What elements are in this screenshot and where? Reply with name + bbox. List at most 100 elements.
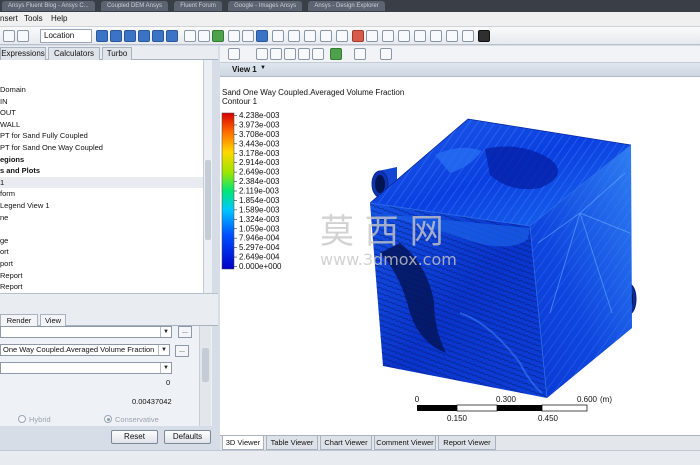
figure-icon[interactable] [446, 30, 458, 42]
text-icon[interactable] [228, 30, 240, 42]
conservative-radio[interactable] [104, 415, 112, 423]
isosurface-icon[interactable] [152, 30, 164, 42]
tab-table-viewer[interactable]: Table Viewer [266, 436, 318, 450]
chart-icon[interactable] [414, 30, 426, 42]
tree-item[interactable]: PT for Sand One Way Coupled [0, 142, 103, 153]
max-value[interactable]: 0.00437042 [132, 397, 172, 406]
tab-chart-viewer[interactable]: Chart Viewer [320, 436, 372, 450]
polyline-icon[interactable] [184, 30, 196, 42]
clip-plane-icon[interactable] [288, 30, 300, 42]
orthographic-icon[interactable] [330, 48, 342, 60]
tree-item[interactable]: Legend View 1 [0, 200, 50, 211]
domains-dropdown[interactable]: ▼ [0, 326, 172, 338]
tree-item[interactable]: port [0, 258, 13, 269]
tree-item[interactable]: Report [0, 281, 23, 292]
tree-item[interactable]: s and Plots [0, 165, 40, 176]
report-icon[interactable] [462, 30, 474, 42]
table-icon[interactable] [398, 30, 410, 42]
conservative-label: Conservative [115, 415, 159, 424]
panel-splitter[interactable] [0, 293, 218, 313]
menu-insert[interactable]: nsert [0, 14, 18, 23]
radio-selected-dot [107, 418, 110, 421]
comment-icon[interactable] [430, 30, 442, 42]
streamline-icon[interactable] [110, 30, 122, 42]
location-dropdown[interactable]: Location [40, 29, 92, 43]
defaults-button[interactable]: Defaults [164, 430, 211, 444]
redo-icon[interactable] [17, 30, 29, 42]
hybrid-radio[interactable] [18, 415, 26, 423]
hybrid-label: Hybrid [29, 415, 51, 424]
zoom-icon[interactable] [284, 48, 296, 60]
menu-tools[interactable]: Tools [24, 14, 43, 23]
domains-browse-button[interactable]: ... [178, 326, 192, 338]
tree-item[interactable]: OUT [0, 107, 16, 118]
viewer-tab-strip: 3D Viewer Table Viewer Chart Viewer Comm… [220, 435, 700, 450]
vector-icon[interactable] [96, 30, 108, 42]
tree-item[interactable]: egions [0, 154, 24, 165]
legend-label: 3.973e-003 [239, 120, 280, 129]
expression-icon[interactable] [336, 30, 348, 42]
tree-item[interactable]: Domain [0, 84, 26, 95]
macro-icon[interactable] [366, 30, 378, 42]
tab-calculators[interactable]: Calculators [48, 47, 100, 60]
details-scroll-thumb[interactable] [202, 348, 209, 382]
tree-item[interactable]: ort [0, 246, 9, 257]
browser-tab[interactable]: Ansys - Design Explorer [308, 1, 385, 11]
tab-view[interactable]: View [40, 314, 66, 326]
color-map-icon[interactable] [304, 30, 316, 42]
surface-group-icon[interactable] [198, 30, 210, 42]
tree-item[interactable]: IN [0, 96, 8, 107]
command-editor-icon[interactable] [478, 30, 490, 42]
rotate-icon[interactable] [256, 48, 268, 60]
outline-tab-strip: Expressions Calculators Turbo [0, 46, 218, 60]
tree-item[interactable]: 1 [0, 176, 204, 188]
tree-scrollbar[interactable] [203, 60, 212, 293]
variable-dropdown[interactable]: One Way Coupled.Averaged Volume Fraction… [0, 344, 170, 356]
tab-expressions[interactable]: Expressions [0, 47, 46, 60]
select-icon[interactable] [228, 48, 240, 60]
browser-tab[interactable]: Google - Images Ansys [228, 1, 303, 11]
contour-icon[interactable] [166, 30, 178, 42]
tab-comment-viewer[interactable]: Comment Viewer [374, 436, 436, 450]
coordinate-frame-icon[interactable] [242, 30, 254, 42]
range-dropdown[interactable]: ▼ [0, 362, 172, 374]
tab-render[interactable]: Render [0, 314, 38, 326]
tab-turbo[interactable]: Turbo [102, 47, 132, 60]
tree-item[interactable]: WALL [0, 119, 20, 130]
details-scrollbar[interactable] [199, 326, 211, 426]
instance-transform-icon[interactable] [272, 30, 284, 42]
menu-help[interactable]: Help [51, 14, 67, 23]
turbo-surface-icon[interactable] [212, 30, 224, 42]
reset-button[interactable]: Reset [111, 430, 158, 444]
viewer-3d[interactable]: View 1 ▼ Sand One Way Coupled.Averaged V… [220, 63, 700, 435]
legend-label: 1.854e-003 [239, 196, 280, 205]
zoom-fit-icon[interactable] [312, 48, 324, 60]
zoom-box-icon[interactable] [298, 48, 310, 60]
min-value[interactable]: 0 [166, 378, 170, 387]
tree-item[interactable]: form [0, 188, 15, 199]
legend-icon[interactable] [256, 30, 268, 42]
outline-tree: Domain IN OUT WALL PT for Sand Fully Coupled… [0, 60, 211, 293]
clock-icon[interactable] [382, 30, 394, 42]
particle-track-icon[interactable] [124, 30, 136, 42]
tree-item[interactable]: PT for Sand Fully Coupled [0, 130, 88, 141]
browser-tab[interactable]: Coupled DEM Ansys [100, 1, 168, 11]
tree-item[interactable]: Report [0, 270, 23, 281]
variable-browse-button[interactable]: ... [175, 345, 189, 357]
undo-icon[interactable] [3, 30, 15, 42]
tab-report-viewer[interactable]: Report Viewer [438, 436, 496, 450]
tree-scroll-thumb[interactable] [205, 160, 211, 240]
browser-tab[interactable]: Ansys Fluent Blog - Ansys C... [2, 1, 95, 11]
volume-rendering-icon[interactable] [138, 30, 150, 42]
tree-item[interactable]: ne [0, 212, 8, 223]
tree-item[interactable]: ge [0, 235, 8, 246]
tab-3d-viewer[interactable]: 3D Viewer [222, 436, 264, 450]
viewport-layout-icon[interactable] [354, 48, 366, 60]
detach-viewer-icon[interactable] [380, 48, 392, 60]
pan-icon[interactable] [270, 48, 282, 60]
browser-tab[interactable]: Fluent Forum [174, 1, 222, 11]
calculator-icon[interactable] [352, 30, 364, 42]
legend-label: 2.914e-003 [239, 158, 280, 167]
legend-label: 1.059e-003 [239, 224, 280, 233]
variable-icon[interactable] [320, 30, 332, 42]
